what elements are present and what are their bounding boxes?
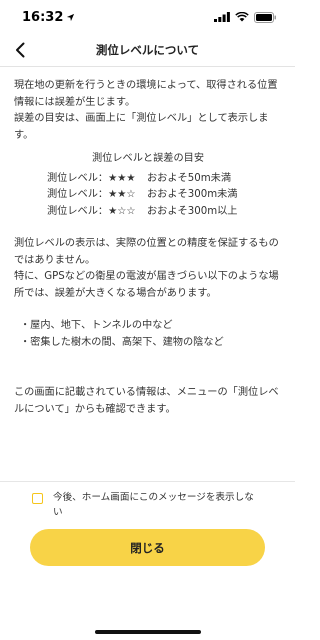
guide-error: おおよそ300m未満 bbox=[147, 189, 238, 200]
back-button[interactable] bbox=[8, 38, 32, 62]
guide-error: おおよそ300m以上 bbox=[147, 205, 238, 217]
close-button[interactable]: 閉じる bbox=[30, 529, 265, 566]
dont-show-again-checkbox[interactable] bbox=[32, 493, 43, 504]
status-time: 16:32 bbox=[22, 10, 75, 25]
cellular-signal-icon bbox=[214, 12, 230, 22]
location-arrow-icon bbox=[67, 13, 75, 21]
status-icons bbox=[214, 11, 277, 23]
list-item: ・密集した樹木の間、高架下、建物の陰など bbox=[20, 336, 224, 348]
guide-level: 測位レベル：★☆☆ bbox=[47, 205, 136, 217]
guide-level: 測位レベル：★★★ bbox=[47, 172, 136, 184]
time-label: 16:32 bbox=[22, 9, 64, 25]
guide-level: 測位レベル：★★☆ bbox=[47, 189, 136, 200]
guide-title: 測位レベルと誤差の目安 bbox=[91, 153, 205, 164]
guide-row: 測位レベル：★★★ おおよそ50m未満 bbox=[47, 171, 282, 188]
page-title: 測位レベルについて bbox=[95, 43, 200, 57]
footer-note: この画面に記載されている情報は、メニューの「測位レベルについて」からも確認できま… bbox=[14, 387, 279, 415]
guide-error: おおよそ50m未満 bbox=[147, 172, 232, 184]
intro-text-2: 誤差の目安は、画面上に「測位レベル」として表示します。 bbox=[14, 113, 269, 141]
intro-text: 現在地の更新を行うときの環境によって、取得される位置情報には誤差が生じます。 bbox=[14, 80, 278, 108]
battery-icon bbox=[254, 11, 276, 23]
list-item: ・屋内、地下、トンネルの中など bbox=[20, 320, 173, 331]
checkbox-label: 今後、ホーム画面にこのメッセージを表示しない bbox=[53, 492, 254, 518]
guide-table: 測位レベル：★★★ おおよそ50m未満 測位レベル：★★☆ おおよそ300m未満… bbox=[47, 171, 282, 221]
status-bar: 16:32 bbox=[0, 0, 295, 34]
content: 現在地の更新を行うときの環境によって、取得される位置情報には誤差が生じます。 誤… bbox=[14, 78, 282, 418]
home-indicator bbox=[95, 630, 201, 634]
guide-row: 測位レベル：★☆☆ おおよそ300m以上 bbox=[47, 204, 282, 221]
nav-bar: 測位レベルについて bbox=[0, 34, 295, 67]
notice-text-2: 特に、GPSなどの衛星の電波が届きづらい以下のような場所では、誤差が大きくなる場… bbox=[14, 271, 279, 299]
guide-row: 測位レベル：★★☆ おおよそ300m未満 bbox=[47, 187, 282, 204]
divider bbox=[0, 481, 295, 482]
dont-show-again-row[interactable]: 今後、ホーム画面にこのメッセージを表示しない bbox=[32, 490, 272, 520]
close-button-label: 閉じる bbox=[130, 540, 165, 555]
conditions-list: ・屋内、地下、トンネルの中など ・密集した樹木の間、高架下、建物の陰など bbox=[14, 318, 282, 351]
wifi-icon bbox=[235, 12, 249, 22]
notice-text: 測位レベルの表示は、実際の位置との精度を保証するものではありません。 bbox=[14, 238, 279, 266]
chevron-left-icon bbox=[16, 42, 25, 58]
